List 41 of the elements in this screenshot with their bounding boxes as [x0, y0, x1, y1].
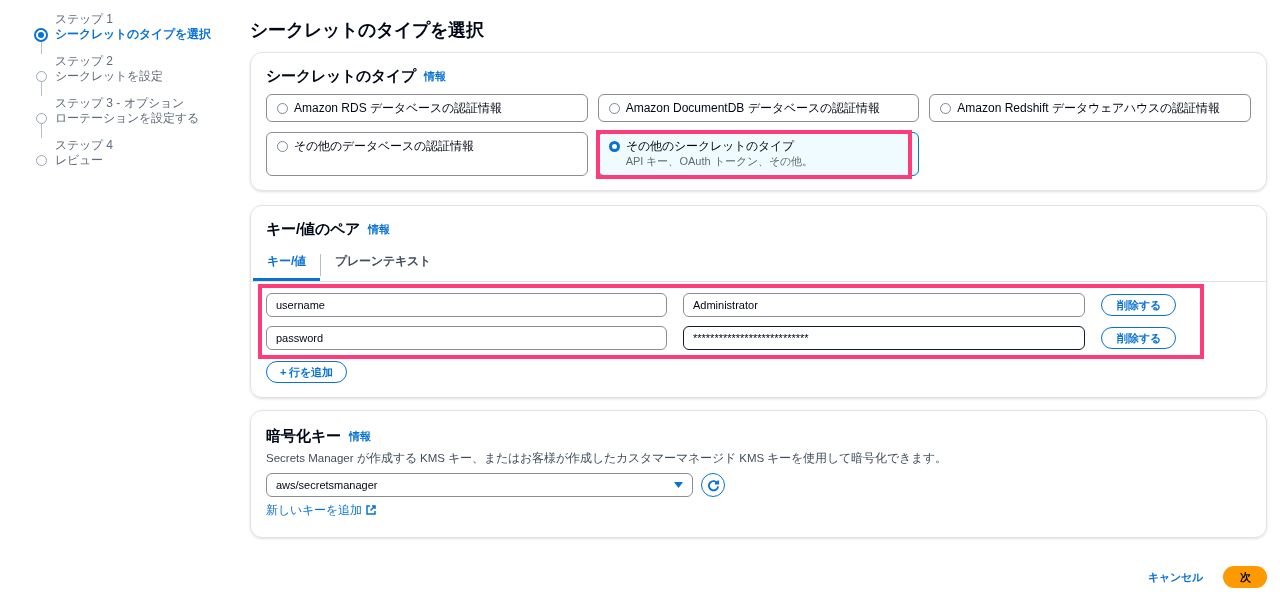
radio-button[interactable] — [608, 140, 620, 152]
secret-type-option[interactable]: その他のデータベースの認証情報 — [266, 131, 588, 176]
info-link[interactable]: 情報 — [349, 428, 371, 445]
step-title[interactable]: シークレットのタイプを選択 — [55, 27, 211, 42]
add-key-link[interactable]: 新しいキーを追加 — [266, 501, 376, 519]
external-link-icon — [366, 505, 376, 515]
next-button[interactable]: 次 — [1223, 566, 1267, 588]
secret-type-option[interactable]: その他のシークレットのタイプ API キー、OAuth トークン、その他。 — [597, 131, 920, 176]
secret-type-option[interactable]: Amazon DocumentDB データベースの認証情報 — [597, 93, 920, 122]
option-title: その他のシークレットのタイプ — [625, 138, 796, 154]
step-label: ステップ 1 — [55, 12, 114, 27]
step-title[interactable]: レビュー — [55, 153, 113, 168]
step-label: ステップ 2 — [55, 54, 114, 69]
option-title: Amazon RDS データベースの認証情報 — [294, 100, 503, 116]
key-field[interactable]: username — [266, 293, 667, 317]
section-description: Secrets Manager が作成する KMS キー、またはお客様が作成したカスタマーマネージド KMS キーを使用して暗号化できます。 — [266, 450, 949, 466]
section-heading: キー/値のペア — [266, 218, 361, 239]
option-title: Amazon Redshift データウェアハウスの認証情報 — [957, 100, 1221, 116]
step-title[interactable]: シークレットを設定 — [55, 69, 163, 84]
step-label: ステップ 3 - オプション — [55, 96, 185, 111]
tab[interactable]: プレーンテキスト — [321, 248, 446, 281]
secret-type-option[interactable]: Amazon Redshift データウェアハウスの認証情報 — [929, 93, 1251, 122]
cancel-button[interactable]: キャンセル — [1148, 568, 1203, 586]
option-title: その他のデータベースの認証情報 — [294, 138, 474, 154]
info-link[interactable]: 情報 — [368, 220, 391, 237]
section-heading: シークレットのタイプ — [266, 66, 416, 86]
value-field[interactable]: Administrator — [683, 293, 1085, 317]
tab[interactable]: キー/値 — [253, 248, 321, 281]
caret-icon — [674, 482, 683, 488]
step-label: ステップ 4 — [55, 138, 113, 153]
value-field[interactable]: *************************** — [683, 326, 1085, 350]
step-title[interactable]: ローテーションを設定する — [55, 111, 199, 126]
section-heading: 暗号化キー — [266, 426, 341, 447]
option-description: API キー、OAuth トークン、その他。 — [625, 153, 813, 168]
key-field[interactable]: password — [266, 326, 667, 350]
info-link[interactable]: 情報 — [424, 68, 446, 85]
option-title: Amazon DocumentDB データベースの認証情報 — [625, 100, 880, 116]
refresh-icon — [706, 478, 720, 492]
secret-type-option[interactable]: Amazon RDS データベースの認証情報 — [266, 93, 588, 122]
kms-key-select[interactable]: aws/secretsmanager — [266, 473, 693, 497]
page-title: シークレットのタイプを選択 — [250, 19, 485, 42]
